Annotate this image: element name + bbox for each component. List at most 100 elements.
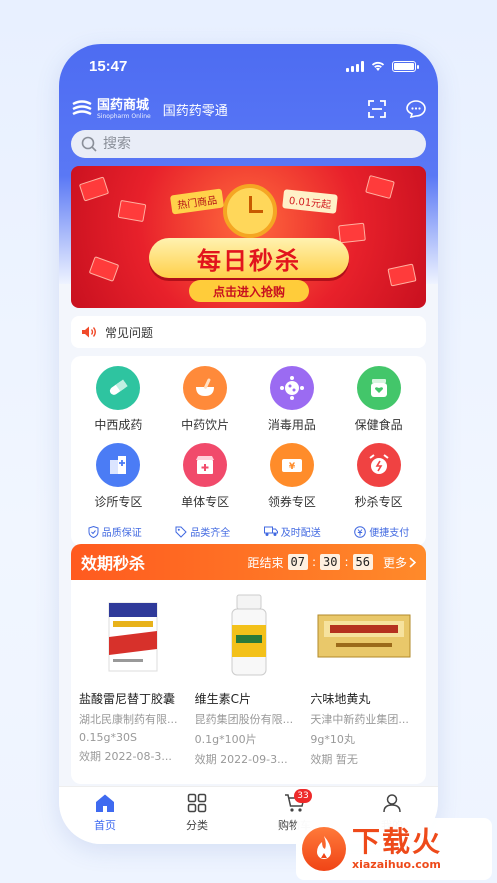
app-subtitle: 国药药零通 xyxy=(162,103,228,119)
expiry-flash-sale-section: 效期秒杀 距结束 07 : 30 : 56 更多 盐酸雷尼替丁胶囊 湖北民康制药… xyxy=(71,544,426,784)
alarm-clock-illustration xyxy=(223,184,277,238)
product-image xyxy=(310,590,418,682)
product-name: 六味地黄丸 xyxy=(310,692,371,706)
home-icon xyxy=(96,794,114,812)
product-name: 维生素C片 xyxy=(194,692,252,706)
user-icon xyxy=(383,794,401,813)
truck-icon xyxy=(263,526,278,536)
banner-price-tag: 0.01元起 xyxy=(282,189,339,214)
capsule-icon xyxy=(96,366,141,410)
countdown-minutes: 30 xyxy=(320,554,341,570)
more-label: 更多 xyxy=(382,555,407,570)
product-name: 盐酸雷尼替丁胶囊 xyxy=(79,692,176,706)
brand-logo: 国药商城 Sinopharm Online xyxy=(71,99,151,120)
category-label: 保健食品 xyxy=(354,418,403,432)
speaker-icon xyxy=(82,326,96,338)
shield-check-icon xyxy=(88,525,99,538)
coupon-icon: ¥ xyxy=(269,443,314,487)
category-item[interactable]: 秒杀专区 xyxy=(335,443,422,510)
banner-title: 每日秒杀 xyxy=(149,238,349,278)
tab-category[interactable]: 分类 xyxy=(186,793,208,844)
message-icon[interactable] xyxy=(406,100,426,118)
product-expiry: 效期 2022-08-3... xyxy=(79,750,172,763)
red-envelope-decoration xyxy=(117,199,147,223)
more-link[interactable]: 更多 xyxy=(383,554,416,571)
product-card[interactable]: 维生素C片 昆药集团股份有限... 0.1g*100片 效期 2022-09-3… xyxy=(191,590,307,767)
category-label: 单体专区 xyxy=(181,495,230,509)
chevron-right-icon xyxy=(409,556,416,568)
countdown-separator: : xyxy=(344,555,349,569)
promise-label: 品类齐全 xyxy=(190,528,231,539)
top-actions xyxy=(368,100,426,118)
status-time: 15:47 xyxy=(89,57,128,75)
category-item[interactable]: 诊所专区 xyxy=(75,443,162,510)
promise-item: 及时配送 xyxy=(263,524,321,539)
product-expiry: 效期 暂无 xyxy=(310,753,358,766)
category-item[interactable]: ¥ 领券专区 xyxy=(249,443,336,510)
service-promises: 品质保证 品类齐全 及时配送 便捷支付 xyxy=(71,524,426,539)
promise-label: 及时配送 xyxy=(280,528,321,539)
alarm-clock-icon xyxy=(356,443,401,487)
banner-cta-button[interactable]: 点击进入抢购 xyxy=(189,280,309,302)
product-image xyxy=(79,590,187,682)
capsule-box-image xyxy=(108,602,158,672)
category-item[interactable]: 中药饮片 xyxy=(162,366,249,433)
countdown: 距结束 07 : 30 : 56 xyxy=(248,554,373,571)
product-spec: 9g*10丸 xyxy=(310,733,355,746)
tab-home[interactable]: 首页 xyxy=(94,793,116,844)
promise-item: 品类齐全 xyxy=(175,524,230,539)
grid-icon xyxy=(187,793,207,813)
mortar-icon xyxy=(183,366,228,410)
category-label: 中药饮片 xyxy=(181,418,230,432)
deal-header: 效期秒杀 距结束 07 : 30 : 56 更多 xyxy=(71,544,426,580)
category-item[interactable]: 中西成药 xyxy=(75,366,162,433)
product-expiry: 效期 2022-09-3... xyxy=(194,753,288,766)
red-envelope-decoration xyxy=(365,174,395,200)
search-bar[interactable] xyxy=(71,130,426,158)
sinopharm-logo-icon xyxy=(72,100,92,116)
category-label: 消毒用品 xyxy=(267,418,316,432)
category-item[interactable]: 保健食品 xyxy=(335,366,422,433)
search-input[interactable] xyxy=(103,136,383,152)
store-icon xyxy=(183,443,228,487)
vitamin-bottle-image xyxy=(231,594,266,676)
cart-count-badge: 33 xyxy=(294,789,312,803)
watermark-brand: 下载火 xyxy=(352,825,443,858)
category-panel: 中西成药 中药饮片 消毒用品 保健食品 诊所专区 单体专区 ¥ 领券专区 秒杀专… xyxy=(71,356,426,546)
notice-bar[interactable]: 常见问题 xyxy=(71,316,426,348)
status-bar: 15:47 xyxy=(59,44,438,88)
status-icons xyxy=(346,60,419,72)
countdown-seconds: 56 xyxy=(352,554,373,570)
tag-icon xyxy=(175,526,187,538)
countdown-hours: 07 xyxy=(287,554,308,570)
category-label: 诊所专区 xyxy=(94,495,143,509)
signal-icon xyxy=(346,60,364,72)
red-envelope-decoration xyxy=(338,222,366,244)
pay-icon xyxy=(354,525,367,538)
liuwei-box-image xyxy=(317,614,411,658)
scan-icon[interactable] xyxy=(368,100,386,118)
product-spec: 0.1g*100片 xyxy=(194,733,257,746)
promise-item: 便捷支付 xyxy=(354,524,409,539)
category-item[interactable]: 消毒用品 xyxy=(249,366,336,433)
category-grid: 中西成药 中药饮片 消毒用品 保健食品 诊所专区 单体专区 ¥ 领券专区 秒杀专… xyxy=(71,356,426,510)
countdown-separator: : xyxy=(311,555,317,569)
flash-sale-banner[interactable]: 热门商品 0.01元起 每日秒杀 点击进入抢购 xyxy=(71,166,426,308)
product-image xyxy=(195,590,303,682)
phone-frame: 15:47 国药商城 Sinopharm Online 国药药零通 搜索 热门商… xyxy=(59,44,438,844)
promise-label: 便捷支付 xyxy=(369,528,410,539)
product-maker: 湖北民康制药有限... xyxy=(79,713,178,726)
product-card[interactable]: 盐酸雷尼替丁胶囊 湖北民康制药有限... 0.15g*30S 效期 2022-0… xyxy=(75,590,191,767)
svg-text:¥: ¥ xyxy=(289,462,296,472)
promise-label: 品质保证 xyxy=(101,528,142,539)
category-item[interactable]: 单体专区 xyxy=(162,443,249,510)
red-envelope-decoration xyxy=(387,263,417,287)
countdown-label: 距结束 xyxy=(247,555,284,570)
deal-title: 效期秒杀 xyxy=(81,554,146,573)
logo-name: 国药商城 xyxy=(97,97,150,113)
watermark-url: xiazaihuo.com xyxy=(352,858,441,871)
product-card[interactable]: 六味地黄丸 天津中新药业集团... 9g*10丸 效期 暂无 xyxy=(306,590,422,767)
wifi-icon xyxy=(371,61,385,71)
red-envelope-decoration xyxy=(78,176,110,202)
category-label: 领券专区 xyxy=(267,495,316,509)
